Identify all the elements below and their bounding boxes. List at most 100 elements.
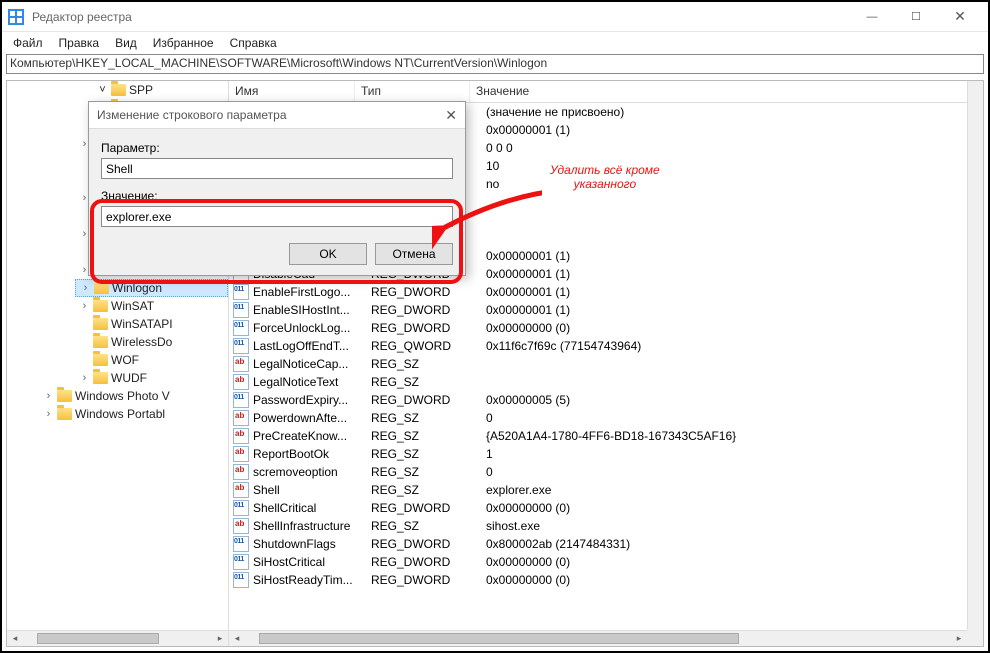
menu-file[interactable]: Файл: [6, 34, 50, 52]
chevron-right-icon[interactable]: ›: [79, 300, 90, 312]
tree-item[interactable]: ›WUDF: [75, 369, 228, 387]
cell-name: ShutdownFlags: [253, 537, 371, 551]
cell-type: REG_DWORD: [371, 285, 486, 299]
cell-type: REG_DWORD: [371, 303, 486, 317]
list-row[interactable]: LegalNoticeTextREG_SZ: [229, 373, 967, 391]
list-row[interactable]: EnableSIHostInt...REG_DWORD0x00000001 (1…: [229, 301, 967, 319]
folder-icon: [93, 318, 108, 330]
chevron-right-icon[interactable]: ›: [43, 408, 54, 420]
window-minimize-button[interactable]: —: [850, 3, 894, 31]
dialog-title: Изменение строкового параметра: [97, 108, 287, 122]
menubar: Файл Правка Вид Избранное Справка: [2, 32, 988, 54]
list-row[interactable]: PowerdownAfte...REG_SZ0: [229, 409, 967, 427]
list-row[interactable]: LegalNoticeCap...REG_SZ: [229, 355, 967, 373]
list-row[interactable]: ShutdownFlagsREG_DWORD0x800002ab (214748…: [229, 535, 967, 553]
menu-view[interactable]: Вид: [108, 34, 144, 52]
cell-value: 0 0 0: [486, 141, 967, 155]
tree-label: SPP: [129, 83, 153, 97]
binary-value-icon: [233, 302, 249, 318]
binary-value-icon: [233, 338, 249, 354]
tree-label: WirelessDo: [111, 335, 172, 349]
folder-icon: [94, 282, 109, 294]
list-row[interactable]: SiHostCriticalREG_DWORD0x00000000 (0): [229, 553, 967, 571]
cell-name: ForceUnlockLog...: [253, 321, 371, 335]
scroll-left-icon[interactable]: ◂: [229, 631, 245, 647]
chevron-right-icon[interactable]: ›: [43, 390, 54, 402]
list-row[interactable]: PasswordExpiry...REG_DWORD0x00000005 (5): [229, 391, 967, 409]
list-row[interactable]: ShellInfrastructureREG_SZsihost.exe: [229, 517, 967, 535]
cell-value: 1: [486, 447, 967, 461]
list-horizontal-scrollbar[interactable]: ◂ ▸: [229, 630, 967, 646]
tree-item[interactable]: WinSATAPI: [75, 315, 228, 333]
param-field: [101, 158, 453, 179]
chevron-right-icon[interactable]: ›: [79, 372, 90, 384]
chevron-right-icon[interactable]: ›: [80, 282, 91, 294]
cell-value: 0x11f6c7f69c (77154743964): [486, 339, 967, 353]
cell-type: REG_DWORD: [371, 537, 486, 551]
tree-item[interactable]: ˅ SPP: [75, 81, 228, 99]
scroll-right-icon[interactable]: ▸: [212, 631, 228, 647]
cell-value: (значение не присвоено): [486, 105, 967, 119]
list-row[interactable]: ShellREG_SZexplorer.exe: [229, 481, 967, 499]
tree-item[interactable]: WOF: [75, 351, 228, 369]
tree-item[interactable]: ›Winlogon: [75, 279, 228, 297]
list-row[interactable]: EnableFirstLogo...REG_DWORD0x00000001 (1…: [229, 283, 967, 301]
list-row[interactable]: ReportBootOkREG_SZ1: [229, 445, 967, 463]
cell-value: 0x00000000 (0): [486, 321, 967, 335]
cell-value: 0x00000000 (0): [486, 555, 967, 569]
value-field[interactable]: [101, 206, 453, 227]
cell-name: PasswordExpiry...: [253, 393, 371, 407]
cell-type: REG_DWORD: [371, 555, 486, 569]
chevron-down-icon[interactable]: ˅: [97, 84, 108, 96]
dialog-close-button[interactable]: ✕: [445, 107, 457, 124]
col-header-name[interactable]: Имя: [229, 81, 355, 102]
list-row[interactable]: ShellCriticalREG_DWORD0x00000000 (0): [229, 499, 967, 517]
cell-value: 0x00000000 (0): [486, 573, 967, 587]
menu-favorites[interactable]: Избранное: [146, 34, 221, 52]
binary-value-icon: [233, 536, 249, 552]
menu-help[interactable]: Справка: [223, 34, 284, 52]
cell-value: 0x00000001 (1): [486, 267, 967, 281]
col-header-type[interactable]: Тип: [355, 81, 470, 102]
string-value-icon: [233, 428, 249, 444]
scroll-left-icon[interactable]: ◂: [7, 631, 23, 647]
string-value-icon: [233, 374, 249, 390]
list-row[interactable]: SiHostReadyTim...REG_DWORD0x00000000 (0): [229, 571, 967, 589]
tree-item[interactable]: › Windows Portabl: [39, 405, 228, 423]
string-value-icon: [233, 356, 249, 372]
folder-icon: [93, 300, 108, 312]
tree-item[interactable]: WirelessDo: [75, 333, 228, 351]
binary-value-icon: [233, 500, 249, 516]
list-vertical-scrollbar[interactable]: [967, 81, 983, 630]
cell-name: SiHostCritical: [253, 555, 371, 569]
binary-value-icon: [233, 284, 249, 300]
scrollbar-corner: [967, 630, 983, 646]
cancel-button[interactable]: Отмена: [375, 243, 453, 265]
tree-item[interactable]: › Windows Photo V: [39, 387, 228, 405]
tree-item[interactable]: ›WinSAT: [75, 297, 228, 315]
scroll-right-icon[interactable]: ▸: [951, 631, 967, 647]
col-header-value[interactable]: Значение: [470, 81, 983, 102]
list-row[interactable]: ForceUnlockLog...REG_DWORD0x00000000 (0): [229, 319, 967, 337]
list-row[interactable]: PreCreateKnow...REG_SZ{A520A1A4-1780-4FF…: [229, 427, 967, 445]
cell-value: 0: [486, 411, 967, 425]
cell-value: 0x00000001 (1): [486, 249, 967, 263]
menu-edit[interactable]: Правка: [52, 34, 107, 52]
cell-value: no: [486, 177, 967, 191]
window-maximize-button[interactable]: ☐: [894, 3, 938, 31]
cell-type: REG_SZ: [371, 411, 486, 425]
window-controls: — ☐ ✕: [850, 3, 982, 31]
scrollbar-thumb[interactable]: [259, 633, 739, 644]
window-close-button[interactable]: ✕: [938, 3, 982, 31]
folder-icon: [111, 84, 126, 96]
address-bar[interactable]: Компьютер\HKEY_LOCAL_MACHINE\SOFTWARE\Mi…: [6, 54, 984, 74]
tree-horizontal-scrollbar[interactable]: ◂ ▸: [7, 630, 228, 646]
scrollbar-thumb[interactable]: [37, 633, 159, 644]
cell-name: ReportBootOk: [253, 447, 371, 461]
tree-label: Windows Photo V: [75, 389, 170, 403]
string-value-icon: [233, 482, 249, 498]
cell-name: SiHostReadyTim...: [253, 573, 371, 587]
list-row[interactable]: LastLogOffEndT...REG_QWORD0x11f6c7f69c (…: [229, 337, 967, 355]
list-row[interactable]: scremoveoptionREG_SZ0: [229, 463, 967, 481]
ok-button[interactable]: OK: [289, 243, 367, 265]
